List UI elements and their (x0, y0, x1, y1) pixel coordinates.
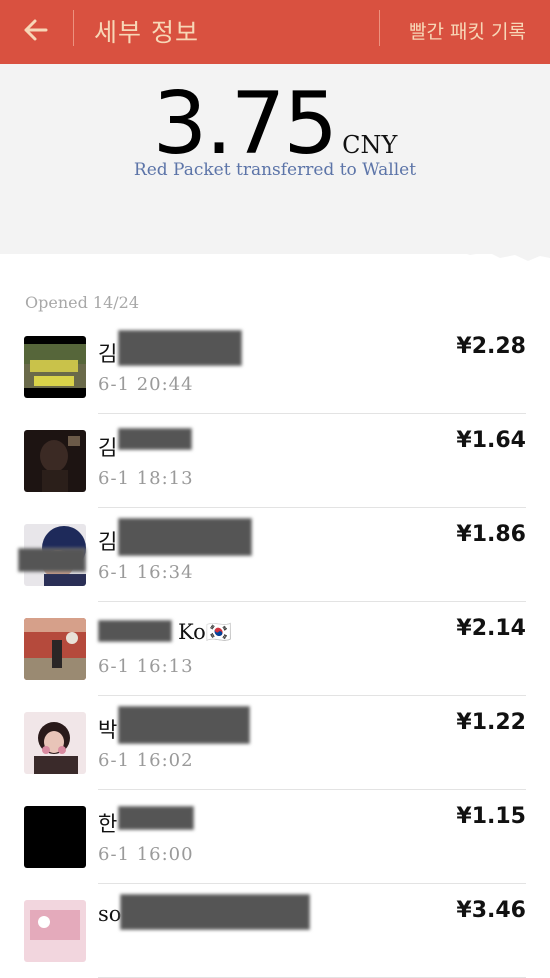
recipient-name: 김 (98, 342, 118, 366)
redaction-block (98, 620, 172, 642)
torn-edge (0, 228, 550, 261)
received-time: 6-1 20:44 (98, 374, 194, 395)
avatar (24, 712, 86, 774)
top-bar: 세부 정보 빨간 패킷 기록 (0, 0, 550, 64)
redaction-block (118, 518, 252, 556)
red-packet-records-button[interactable]: 빨간 패킷 기록 (409, 17, 526, 44)
list-item[interactable]: 김 6-1 16:34 ¥1.86 (0, 508, 550, 602)
summary-panel: 3.75 CNY Red Packet transferred to Wallet (0, 64, 550, 254)
recipient-name: so (98, 902, 122, 926)
total-amount-row: 3.75 CNY (0, 74, 550, 174)
list-item[interactable]: 김 6-1 18:13 ¥1.64 (0, 414, 550, 508)
list-item[interactable]: 한 6-1 16:00 ¥1.15 (0, 790, 550, 884)
avatar (24, 806, 86, 868)
recipient-list: 김 6-1 20:44 ¥2.28 김 6-1 18:13 ¥1.64 김 6-… (0, 320, 550, 978)
received-amount: ¥1.86 (456, 522, 526, 547)
total-amount: 3.75 (152, 74, 338, 174)
avatar (24, 618, 86, 680)
wallet-link[interactable]: Red Packet transferred to Wallet (0, 160, 550, 180)
recipient-name: 한 (98, 812, 118, 836)
redaction-block (118, 330, 242, 366)
redaction-block (120, 894, 310, 930)
received-time: 6-1 16:00 (98, 844, 194, 865)
list-item[interactable]: 김 6-1 20:44 ¥2.28 (0, 320, 550, 414)
received-amount: ¥2.14 (456, 616, 526, 641)
arrow-left-icon[interactable] (20, 14, 52, 46)
avatar (24, 336, 86, 398)
avatar (24, 430, 86, 492)
received-amount: ¥1.15 (456, 804, 526, 829)
recipient-name: 김 (98, 436, 118, 460)
redaction-block (18, 548, 86, 572)
recipient-name: 박 (98, 718, 118, 742)
redaction-block (118, 428, 192, 450)
avatar (24, 900, 86, 962)
received-amount: ¥2.28 (456, 334, 526, 359)
header-divider (73, 10, 74, 46)
list-item[interactable]: 박 6-1 16:02 ¥1.22 (0, 696, 550, 790)
received-time: 6-1 18:13 (98, 468, 194, 489)
page-title: 세부 정보 (94, 18, 199, 47)
list-item[interactable]: Ko🇰🇷 6-1 16:13 ¥2.14 (0, 602, 550, 696)
recipient-name: Ko🇰🇷 (178, 620, 232, 644)
currency-label: CNY (342, 131, 398, 159)
redaction-block (118, 806, 194, 830)
received-amount: ¥1.64 (456, 428, 526, 453)
opened-count: Opened 14/24 (25, 293, 140, 312)
received-time: 6-1 16:13 (98, 656, 194, 677)
received-time: 6-1 16:02 (98, 750, 194, 771)
redaction-block (118, 706, 250, 744)
list-item[interactable]: so ¥3.46 (0, 884, 550, 978)
recipient-name: 김 (98, 530, 118, 554)
received-amount: ¥1.22 (456, 710, 526, 735)
received-time: 6-1 16:34 (98, 562, 194, 583)
received-amount: ¥3.46 (456, 898, 526, 923)
header-divider (379, 10, 380, 46)
